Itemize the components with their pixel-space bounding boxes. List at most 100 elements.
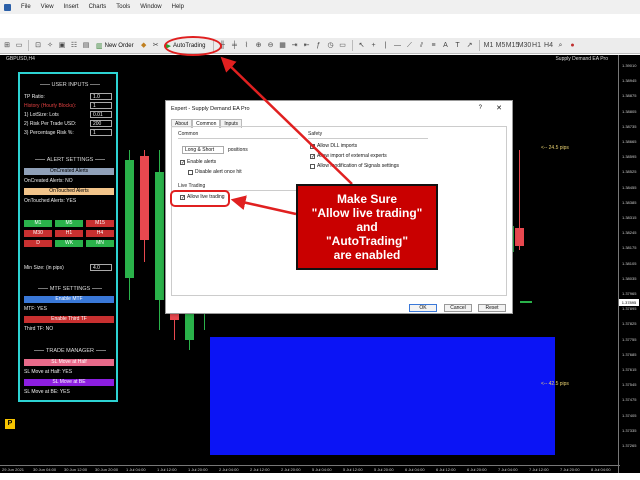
lotsize-label: 1) LotSize: Lots	[24, 112, 59, 118]
vertical-line-icon[interactable]: |	[381, 41, 391, 51]
crosshair-icon[interactable]: +	[369, 41, 379, 51]
common-group-label: Common	[178, 131, 199, 137]
terminal-window: File View Insert Charts Tools Window Hel…	[0, 0, 640, 480]
tester-icon[interactable]: ▤	[81, 41, 91, 51]
arrows-icon[interactable]: ↗	[465, 41, 475, 51]
allow-dll-checkbox[interactable]: ✓ Allow DLL imports	[310, 143, 357, 149]
scissor-icon[interactable]: ✂	[151, 41, 161, 51]
indicators-icon[interactable]: ƒ	[314, 41, 324, 51]
m5-period-icon[interactable]: M5	[496, 41, 506, 51]
ontouched-alerts-button[interactable]: OnTouched Alerts	[24, 188, 114, 195]
allow-modify-signals-checkbox[interactable]: Allow modification of Signals settings	[310, 163, 399, 169]
profiles-icon[interactable]: ▭	[14, 41, 24, 51]
new-chart-icon[interactable]: ⊞	[2, 41, 12, 51]
chart-shift-icon[interactable]: ⇤	[302, 41, 312, 51]
menu-charts[interactable]: Charts	[89, 4, 107, 10]
sl-move-half-button[interactable]: SL Move at Half	[24, 359, 114, 366]
timeframe-button-h1[interactable]: H1	[55, 230, 83, 237]
menu-help[interactable]: Help	[172, 4, 184, 10]
h1-period-icon[interactable]: H1	[532, 41, 542, 51]
allow-import-label: Allow import of external experts	[317, 153, 387, 159]
enable-alerts-label: Enable alerts	[187, 159, 217, 165]
zoom-out-icon[interactable]: ⊖	[266, 41, 276, 51]
pct-risk-input[interactable]: 1	[90, 129, 112, 136]
disable-alert-once-checkbox[interactable]: Disable alert once hit	[188, 169, 242, 175]
help-icon[interactable]: ?	[479, 105, 482, 111]
oncreated-alerts-button[interactable]: OnCreated Alerts	[24, 168, 114, 175]
trendline-icon[interactable]: ⟋	[405, 41, 415, 51]
channel-icon[interactable]: ⫽	[417, 41, 427, 51]
terminal-icon[interactable]: ☷	[69, 41, 79, 51]
allow-dll-label: Allow DLL imports	[317, 143, 358, 149]
folder-icon[interactable]: ▣	[57, 41, 67, 51]
line-chart-icon[interactable]: ⌇	[242, 41, 252, 51]
m1-period-icon[interactable]: M1	[484, 41, 494, 51]
profile-icon[interactable]: ●	[568, 41, 578, 51]
close-icon[interactable]: ✕	[496, 104, 502, 112]
menu-view[interactable]: View	[41, 4, 54, 10]
history-input[interactable]: 1	[90, 102, 112, 109]
enable-alerts-checkbox[interactable]: ✓ Enable alerts	[180, 159, 216, 165]
positions-select[interactable]: Long & Short	[182, 146, 224, 154]
menu-tools[interactable]: Tools	[116, 4, 130, 10]
toolbar-spacer	[0, 14, 640, 38]
price-tick-label: 1.37685	[622, 351, 637, 357]
timeframe-button-mn[interactable]: MN	[86, 240, 114, 247]
cursor-icon[interactable]: ↖	[357, 41, 367, 51]
enable-third-tf-button[interactable]: Enable Third TF	[24, 316, 114, 323]
h4-period-icon[interactable]: H4	[544, 41, 554, 51]
search-icon[interactable]: ⌕	[556, 41, 566, 51]
ok-button[interactable]: OK	[409, 304, 437, 312]
timeframe-button-d[interactable]: D	[24, 240, 52, 247]
trade-manager-title: TRADE MANAGER	[24, 348, 116, 354]
editor-icon[interactable]: ◆	[139, 41, 149, 51]
period-icon[interactable]: ◷	[326, 41, 336, 51]
market-watch-icon[interactable]: ⊡	[33, 41, 43, 51]
timeframe-button-m1[interactable]: M1	[24, 220, 52, 227]
lotsize-input[interactable]: 0.01	[90, 111, 112, 118]
label-icon[interactable]: T	[453, 41, 463, 51]
m30-period-icon[interactable]: M30	[518, 41, 532, 51]
sl-move-be-button[interactable]: SL Move at BE	[24, 379, 114, 386]
fibo-icon[interactable]: ≡	[429, 41, 439, 51]
price-tick-label: 1.37265	[622, 443, 637, 448]
min-size-input[interactable]: 4.0	[90, 264, 112, 271]
callout-line-1: Make Sure	[336, 192, 398, 206]
candle-body	[515, 228, 524, 246]
time-tick-label: 2 Jul 20:00	[281, 467, 301, 472]
tile-icon[interactable]: ▦	[278, 41, 288, 51]
timeframe-button-h4[interactable]: H4	[86, 230, 114, 237]
timeframe-button-m30[interactable]: M30	[24, 230, 52, 237]
menu-file[interactable]: File	[21, 4, 31, 10]
navigator-icon[interactable]: ✧	[45, 41, 55, 51]
timeframe-button-wk[interactable]: WK	[55, 240, 83, 247]
candle-chart-icon[interactable]: ╪	[230, 41, 240, 51]
timeframe-button-m15[interactable]: M15	[86, 220, 114, 227]
new-order-button[interactable]: ▥ New Order	[93, 40, 137, 52]
pct-risk-label: 3) Percentage Risk %:	[24, 130, 74, 136]
price-axis[interactable]: 1.39010 1.38945 1.38875 1.38805 1.38735 1.386…	[618, 55, 640, 473]
cancel-button[interactable]: Cancel	[444, 304, 472, 312]
menu-window[interactable]: Window	[140, 4, 161, 10]
autoscroll-icon[interactable]: ⇥	[290, 41, 300, 51]
zoom-in-icon[interactable]: ⊕	[254, 41, 264, 51]
time-tick-label: 30 Jun 20:00	[95, 467, 119, 472]
templates-icon[interactable]: ▭	[338, 41, 348, 51]
timeframe-button-m5[interactable]: M5	[55, 220, 83, 227]
candle-body	[125, 160, 134, 278]
enable-mtf-button[interactable]: Enable MTF	[24, 296, 114, 303]
time-axis[interactable]: 29 Jun 2021 30 Jun 04:00 30 Jun 12:00 30 Ju…	[0, 465, 620, 473]
m15-period-icon[interactable]: M15	[506, 41, 520, 51]
text-icon[interactable]: A	[441, 41, 451, 51]
panel-toggle-button[interactable]: P	[5, 419, 15, 429]
tp-ratio-input[interactable]: 1.0	[90, 93, 112, 100]
time-tick-label: 1 Jul 20:00	[188, 467, 208, 472]
allow-modify-signals-label: Allow modification of Signals settings	[317, 163, 399, 169]
horizontal-line-icon[interactable]: —	[393, 41, 403, 51]
risk-input[interactable]: 200	[90, 120, 112, 127]
reset-button[interactable]: Reset	[478, 304, 506, 312]
menu-insert[interactable]: Insert	[64, 4, 79, 10]
tp-ratio-row: TP Ratio: 1.0	[24, 93, 116, 101]
history-row: History (Hourly Blocks): 1	[24, 102, 116, 110]
allow-import-checkbox[interactable]: ✓ Allow import of external experts	[310, 153, 387, 159]
